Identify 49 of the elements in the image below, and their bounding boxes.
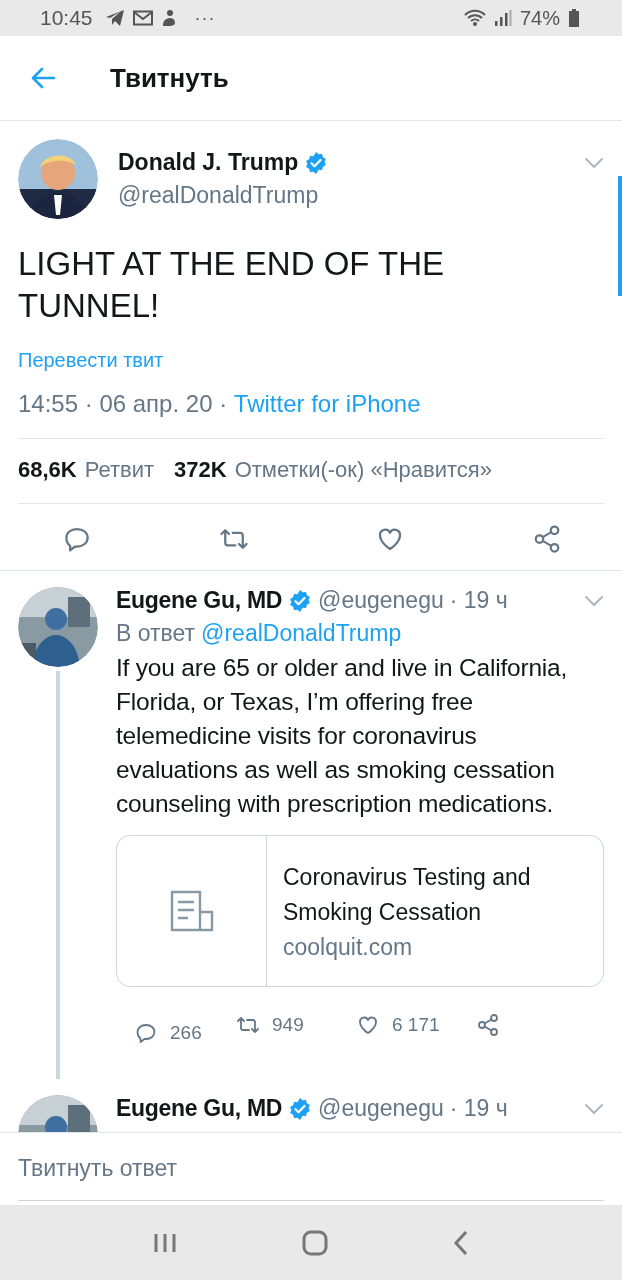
author-handle[interactable]: @realDonaldTrump [118, 182, 564, 209]
back-chevron-icon [453, 1229, 470, 1256]
author-name[interactable]: Donald J. Trump [118, 149, 299, 176]
author-name[interactable]: Eugene Gu, MD [116, 1095, 283, 1122]
stat-label[interactable]: Ретвит [84, 457, 155, 483]
reply-to-label: В ответ [116, 620, 196, 647]
document-icon [168, 890, 215, 932]
stat-label[interactable]: Отметки(-ок) «Нравится» [234, 457, 492, 483]
tweet-text: LIGHT AT THE END OF THE TUNNEL! [18, 244, 446, 326]
card-title: Coronavirus Testing and Smoking Cessation [283, 863, 532, 927]
clock-time: 10:45 [40, 6, 93, 30]
mail-icon [132, 10, 153, 26]
tweet-text: If you are 65 or older and live in California, Florida, or Texas, I’m offering free telemedicine visits for coronavirus evaluations as well as smoking cessation counseling with prescription medications. [116, 653, 569, 819]
retweet-button[interactable]: 949 [236, 1013, 356, 1037]
battery-icon [568, 8, 580, 28]
back-nav-button[interactable] [453, 1229, 470, 1256]
action-count: 266 [170, 1022, 202, 1044]
share-icon [476, 1013, 500, 1037]
link-card[interactable]: Coronavirus Testing and Smoking Cessation coolquit.com [116, 835, 604, 987]
home-icon [302, 1229, 328, 1256]
action-count: 949 [272, 1014, 304, 1036]
recents-icon [152, 1231, 177, 1254]
wifi-icon [463, 9, 486, 27]
stat-count: 68,6K [18, 457, 77, 483]
timestamp: 14:55 · 06 апр. 20 · [18, 390, 229, 417]
post-age: · 19 ч [449, 1095, 508, 1122]
author-handle[interactable]: @eugenegu [318, 587, 444, 614]
post-age: · 19 ч [449, 587, 508, 614]
author-name[interactable]: Eugene Gu, MD [116, 587, 283, 614]
figure-icon [160, 9, 177, 27]
mention-link[interactable]: @realDonaldTrump [201, 620, 402, 647]
heart-button[interactable]: 6 171 [356, 1013, 476, 1037]
recents-button[interactable] [152, 1231, 177, 1254]
signal-icon [493, 9, 512, 27]
card-domain: coolquit.com [283, 933, 414, 962]
speech-bubble-button[interactable]: 266 [116, 1005, 236, 1045]
source-link[interactable]: Twitter for iPhone [233, 390, 421, 417]
more-indicator: ··· [194, 7, 216, 29]
share-button[interactable] [476, 1013, 500, 1037]
home-button[interactable] [302, 1229, 328, 1256]
author-handle[interactable]: @eugenegu [318, 1095, 444, 1122]
translate-link[interactable]: Перевести твит [18, 349, 604, 372]
speech-bubble-icon [134, 1021, 158, 1045]
stat-count: 372K [174, 457, 227, 483]
back-arrow-icon [30, 67, 56, 89]
battery-percent: 74% [519, 6, 560, 30]
send-icon [104, 9, 125, 27]
page-title: Твитнуть [110, 62, 229, 94]
action-count: 6 171 [392, 1014, 440, 1036]
